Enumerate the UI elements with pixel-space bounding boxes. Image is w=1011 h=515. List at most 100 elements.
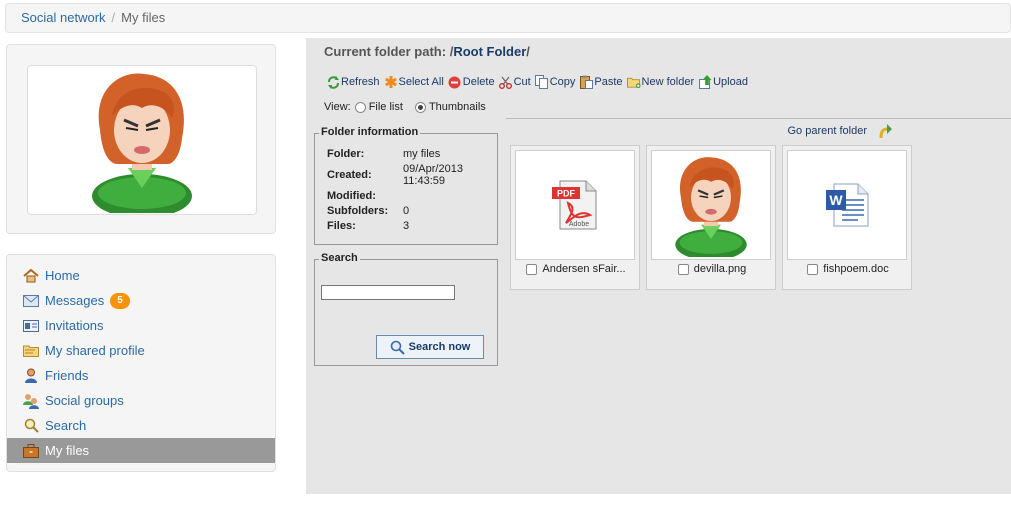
sidebar-item-my-shared-profile[interactable]: My shared profile — [7, 338, 275, 363]
breadcrumb-current: My files — [121, 10, 166, 25]
sidebar-item-label: Search — [45, 418, 87, 433]
subfolders-value: 0 — [403, 205, 410, 217]
breadcrumb-social-network-link[interactable]: Social network — [21, 10, 106, 25]
refresh-icon — [326, 75, 340, 89]
sidebar-item-messages[interactable]: Messages 5 — [7, 288, 275, 313]
folder-icon — [22, 343, 40, 359]
group-icon — [22, 393, 40, 409]
upload-icon — [698, 75, 712, 89]
sidebar-item-invitations[interactable]: Invitations — [7, 313, 275, 338]
sidebar-menu: Home Messages 5 Invitations My shared pr… — [6, 254, 276, 472]
pdf-file-icon: PDF Adobe — [515, 150, 635, 260]
paste-button[interactable]: Paste — [579, 75, 623, 89]
breadcrumb-separator: / — [111, 10, 116, 25]
files-value: 3 — [403, 220, 410, 232]
search-input[interactable] — [321, 285, 455, 300]
thumbnails-radio[interactable] — [414, 101, 426, 113]
scissors-icon — [499, 75, 513, 89]
svg-text:Adobe: Adobe — [569, 221, 589, 228]
path-label: Current folder path: — [324, 44, 447, 59]
refresh-button[interactable]: Refresh — [326, 75, 380, 89]
file-select-checkbox[interactable] — [807, 263, 819, 275]
file-thumbnail[interactable]: PDF Adobe Andersen sFair... — [510, 145, 640, 290]
file-caption: fishpoem.doc — [783, 263, 913, 275]
file-toolbar: Refresh Select All Delete Cut Copy Paste… — [326, 75, 752, 89]
go-up-icon — [877, 123, 893, 139]
path-suffix: / — [526, 44, 530, 59]
modified-label: Modified: — [327, 190, 376, 202]
root-folder-link[interactable]: Root Folder — [453, 44, 526, 59]
folder-info-panel: Folder information Folder: my files Creat… — [314, 126, 498, 245]
sidebar-item-home[interactable]: Home — [7, 263, 275, 288]
created-value: 09/Apr/2013 11:43:59 — [403, 163, 478, 187]
search-now-button[interactable]: Search now — [376, 335, 484, 359]
file-select-checkbox[interactable] — [677, 263, 689, 275]
sidebar-item-label: Messages — [45, 293, 105, 308]
cut-button[interactable]: Cut — [499, 75, 531, 89]
file-thumbnail[interactable]: devilla.png — [646, 145, 776, 290]
breadcrumb: Social network / My files — [5, 3, 1011, 33]
created-date: 09/Apr/2013 — [403, 163, 463, 175]
sidebar-item-search[interactable]: Search — [7, 413, 275, 438]
upload-button[interactable]: Upload — [698, 75, 748, 89]
subfolders-label: Subfolders: — [327, 205, 389, 217]
sidebar-item-label: Home — [45, 268, 80, 283]
avatar-panel — [6, 44, 276, 234]
sidebar-item-social-groups[interactable]: Social groups — [7, 388, 275, 413]
delete-icon — [448, 75, 462, 89]
file-select-checkbox[interactable] — [526, 263, 538, 275]
envelope-icon — [22, 293, 40, 309]
avatar — [27, 65, 257, 215]
thumbnails-label: Thumbnails — [428, 101, 486, 113]
file-manager: Current folder path: /Root Folder/ Refre… — [306, 38, 1011, 494]
view-label: View: — [324, 101, 351, 113]
new-folder-icon — [626, 75, 641, 89]
sidebar-item-label: My files — [45, 443, 90, 458]
paste-icon — [579, 75, 593, 89]
sidebar-item-label: Friends — [45, 368, 89, 383]
files-label: Files: — [327, 220, 356, 232]
sidebar-item-label: Invitations — [45, 318, 104, 333]
file-thumbnail[interactable]: W fishpoem.doc — [782, 145, 912, 290]
view-selector: View: File list Thumbnails — [324, 101, 486, 113]
file-caption: Andersen sFair... — [511, 263, 641, 275]
svg-text:W: W — [829, 192, 843, 208]
file-list-radio[interactable] — [354, 101, 366, 113]
search-title: Search — [319, 252, 360, 264]
search-icon — [22, 418, 40, 434]
asterisk-icon — [384, 75, 398, 89]
sidebar-item-friends[interactable]: Friends — [7, 363, 275, 388]
avatar-image — [92, 72, 192, 213]
user-icon — [22, 368, 40, 384]
new-folder-button[interactable]: New folder — [626, 75, 694, 89]
svg-text:PDF: PDF — [557, 189, 576, 199]
search-icon — [390, 340, 405, 355]
search-panel: Search Search now — [314, 252, 498, 366]
delete-button[interactable]: Delete — [448, 75, 495, 89]
image-file-preview — [651, 150, 771, 260]
file-list-label: File list — [368, 101, 403, 113]
modified-value — [403, 190, 478, 202]
file-name: fishpoem.doc — [823, 263, 889, 275]
file-name: devilla.png — [693, 263, 747, 275]
doc-file-icon: W — [787, 150, 907, 260]
created-time: 11:43:59 — [403, 175, 446, 187]
select-all-button[interactable]: Select All — [384, 75, 444, 89]
file-thumbnails-pane: Go parent folder PDF Adobe Andersen sFai… — [506, 118, 1011, 494]
sidebar-item-label: My shared profile — [45, 343, 145, 358]
current-folder-path: Current folder path: /Root Folder/ — [324, 44, 530, 59]
briefcase-icon — [22, 443, 40, 459]
go-parent-folder-link[interactable]: Go parent folder — [506, 118, 1011, 142]
folder-info-table: Folder: my files Created: 09/Apr/2013 11:43… — [327, 148, 478, 235]
file-name: Andersen sFair... — [542, 263, 626, 275]
sidebar-item-my-files[interactable]: My files — [7, 438, 275, 463]
folder-value: my files — [403, 148, 441, 160]
invitation-icon — [22, 318, 40, 334]
home-icon — [22, 268, 40, 284]
folder-label: Folder: — [327, 148, 365, 160]
sidebar-item-label: Social groups — [45, 393, 124, 408]
created-label: Created: — [327, 169, 372, 181]
copy-icon — [535, 75, 549, 89]
copy-button[interactable]: Copy — [535, 75, 575, 89]
file-caption: devilla.png — [647, 263, 777, 275]
